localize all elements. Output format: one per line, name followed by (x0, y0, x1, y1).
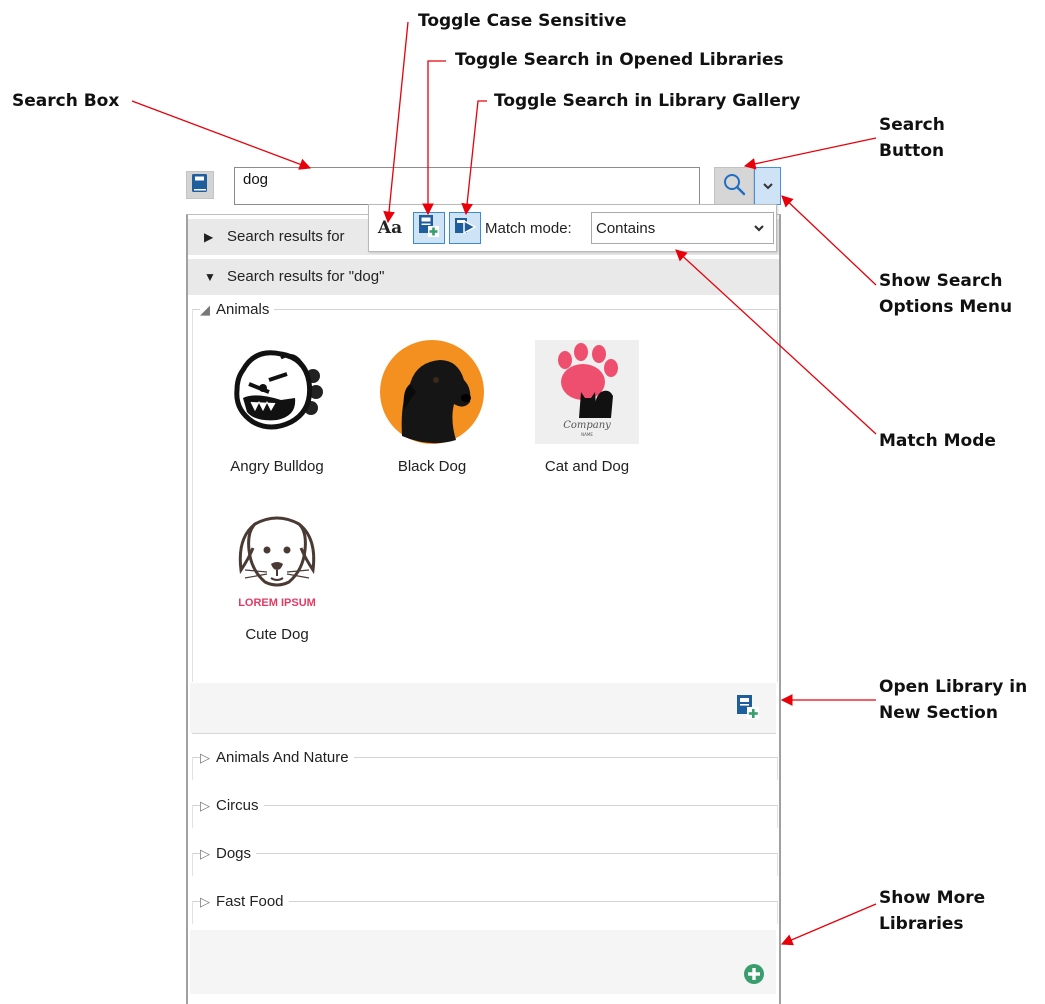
cat-and-dog-thumbnail: Company NAME (535, 340, 639, 444)
angry-bulldog-thumbnail (225, 340, 329, 444)
opened-libraries-toggle[interactable] (413, 212, 445, 244)
triangle-down-icon: ▼ (204, 270, 216, 284)
collapsed-results-label: Search results for (227, 228, 345, 245)
library-item-black-dog[interactable]: Black Dog (367, 340, 497, 475)
expand-triangle-icon: ▷ (200, 894, 210, 909)
triangle-right-icon: ▶ (204, 230, 214, 244)
library-group-dogs: ▷ Dogs (192, 844, 778, 876)
case-sensitive-icon: Aa (377, 218, 403, 238)
callout-match-mode: Match Mode (879, 431, 996, 451)
search-button[interactable] (714, 167, 754, 205)
library-group-circus: ▷ Circus (192, 796, 778, 828)
search-options-button[interactable] (754, 167, 781, 205)
library-gallery-icon (454, 215, 477, 242)
opened-libraries-icon (418, 214, 440, 243)
divider (192, 733, 776, 734)
item-label: Cute Dog (245, 626, 309, 643)
case-sensitive-toggle[interactable]: Aa (375, 214, 405, 242)
callout-search-box: Search Box (12, 91, 120, 111)
cute-dog-thumbnail: LOREM IPSUM (225, 508, 329, 612)
library-group-title[interactable]: ◢ Animals (200, 300, 275, 320)
add-circle-icon[interactable] (743, 963, 765, 990)
item-label: Black Dog (397, 458, 467, 475)
black-dog-thumbnail (380, 340, 484, 444)
library-group-title[interactable]: ▷ Animals And Nature (200, 748, 354, 768)
search-input[interactable] (234, 167, 700, 205)
library-group-fast-food: ▷ Fast Food (192, 892, 778, 924)
library-group-title[interactable]: ▷ Dogs (200, 844, 257, 864)
match-mode-label: Match mode: (485, 220, 572, 237)
svg-text:NAME: NAME (581, 432, 593, 437)
open-library-new-section-icon[interactable] (736, 694, 760, 725)
expand-triangle-icon: ▷ (200, 750, 210, 765)
expand-triangle-icon: ▷ (200, 846, 210, 861)
callout-library-gallery: Toggle Search in Library Gallery (494, 91, 801, 111)
expand-triangle-icon: ▷ (200, 798, 210, 813)
expand-triangle-icon: ◢ (200, 302, 210, 317)
item-label: Angry Bulldog (230, 458, 324, 475)
svg-text:Company: Company (563, 420, 611, 431)
library-item-angry-bulldog[interactable]: Angry Bulldog (212, 340, 342, 475)
libraries-footer (190, 930, 776, 994)
svg-text:LOREM IPSUM: LOREM IPSUM (238, 597, 316, 609)
library-icon (191, 173, 209, 198)
library-group-title[interactable]: ▷ Circus (200, 796, 264, 816)
library-item-cute-dog[interactable]: LOREM IPSUM Cute Dog (212, 508, 342, 643)
chevron-down-icon (762, 177, 774, 195)
library-gallery-toggle[interactable] (449, 212, 481, 244)
expanded-results-header[interactable]: ▼ Search results for "dog" (188, 259, 779, 295)
item-label: Cat and Dog (544, 458, 630, 475)
library-group-animals-and-nature: ▷ Animals And Nature (192, 748, 778, 780)
search-options-popup: Aa Match mode: Contains (368, 204, 777, 252)
callout-open-library: Open Library in New Section (879, 677, 1028, 723)
chevron-down-icon (753, 220, 765, 237)
callout-opened-libraries: Toggle Search in Opened Libraries (455, 50, 784, 70)
callout-options-menu: Show Search Options Menu (879, 271, 1013, 317)
search-icon (722, 172, 746, 201)
callout-case-sensitive: Toggle Case Sensitive (418, 11, 627, 31)
callout-search-button: Search Button (879, 115, 945, 161)
expanded-results-label: Search results for "dog" (227, 268, 385, 285)
match-mode-select[interactable]: Contains (591, 212, 774, 244)
callout-more-libraries: Show More Libraries (879, 888, 986, 934)
library-item-cat-and-dog[interactable]: Company NAME Cat and Dog (522, 340, 652, 475)
animals-footer (190, 683, 776, 733)
library-button[interactable] (186, 171, 214, 199)
library-group-title[interactable]: ▷ Fast Food (200, 892, 289, 912)
